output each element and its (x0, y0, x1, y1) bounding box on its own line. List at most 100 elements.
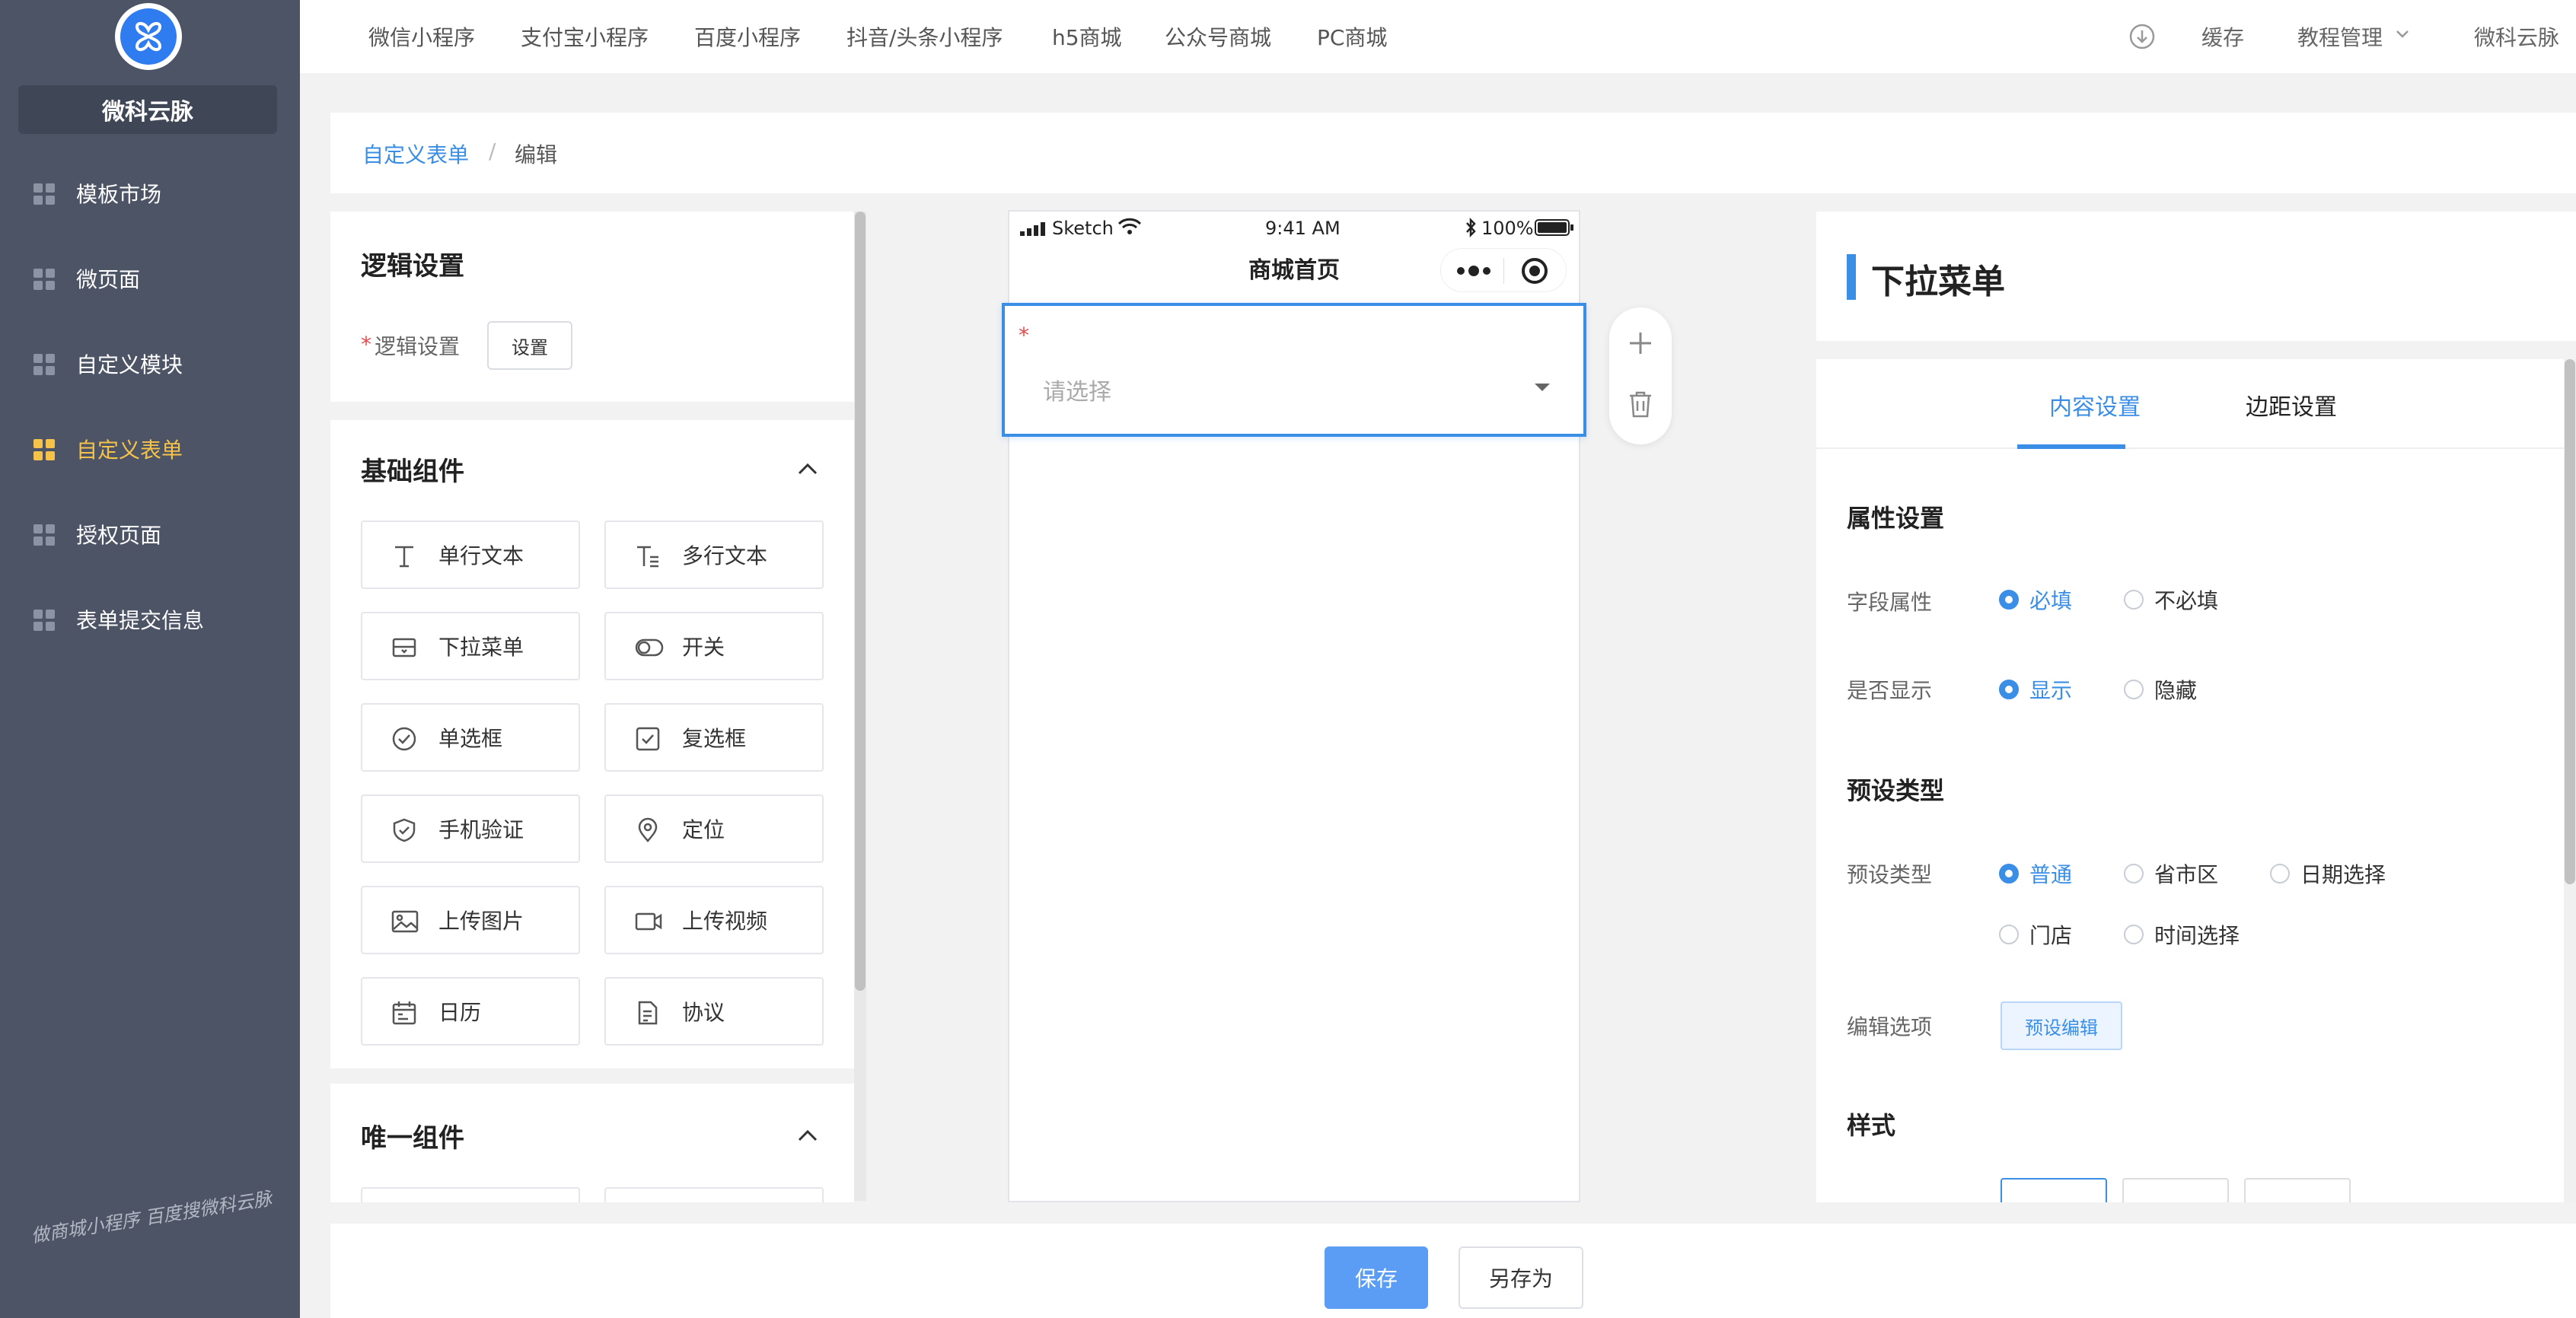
component-label: 单行文本 (438, 543, 524, 568)
top-nav-pc[interactable]: PC商城 (1317, 21, 1387, 52)
scrollbar-thumb[interactable] (855, 212, 866, 991)
dropdown-placeholder: 请选择 (1043, 379, 1111, 406)
sidebar-item-label: 表单提交信息 (76, 608, 205, 633)
component-agreement[interactable]: 协议 (604, 977, 824, 1046)
chevron-up-icon[interactable] (796, 1128, 819, 1143)
radio-preset-time[interactable]: 时间选择 (2124, 919, 2240, 950)
preset-edit-button[interactable]: 预设编辑 (2001, 1001, 2122, 1050)
top-nav-h5[interactable]: h5商城 (1052, 21, 1122, 52)
switch-icon (635, 638, 664, 657)
edit-options-label: 编辑选项 (1847, 1014, 1933, 1039)
component-label: 日历 (438, 1000, 482, 1025)
component-dropdown[interactable]: 下拉菜单 (361, 612, 580, 680)
top-nav-douyin[interactable]: 抖音/头条小程序 (846, 21, 1003, 52)
component-label: 定位 (682, 817, 725, 842)
add-icon[interactable] (1628, 330, 1653, 356)
radio-required[interactable]: 必填 (1999, 584, 2072, 615)
component-upload-image[interactable]: 上传图片 (361, 886, 580, 954)
component-single-text[interactable]: 单行文本 (361, 521, 580, 589)
sidebar-item-form-submissions[interactable]: 表单提交信息 (0, 589, 300, 650)
top-nav-official-account[interactable]: 公众号商城 (1165, 21, 1271, 52)
sidebar-item-label: 授权页面 (76, 523, 162, 548)
radio-preset-store[interactable]: 门店 (1999, 919, 2072, 950)
component-label: 多行文本 (682, 543, 768, 568)
preset-type-label: 预设类型 (1847, 862, 1933, 887)
component-phone-verify[interactable]: 手机验证 (361, 794, 580, 863)
shield-icon (393, 818, 416, 842)
component-item-partial[interactable] (361, 1187, 580, 1202)
download-icon[interactable] (2128, 23, 2156, 50)
radio-preset-normal[interactable]: 普通 (1999, 858, 2072, 889)
radio-preset-region[interactable]: 省市区 (2124, 858, 2218, 889)
form-field-dropdown[interactable]: * 请选择 (1002, 303, 1586, 437)
logo-icon (135, 21, 162, 52)
component-location[interactable]: 定位 (604, 794, 824, 863)
accent-bar (1847, 254, 1856, 300)
sidebar-item-label: 模板市场 (76, 182, 162, 207)
radio-hide[interactable]: 隐藏 (2124, 674, 2197, 705)
top-nav-alipay[interactable]: 支付宝小程序 (521, 21, 649, 52)
preset-section-title: 预设类型 (1847, 776, 1945, 805)
cache-button[interactable]: 缓存 (2201, 21, 2244, 52)
more-dots-icon (1457, 266, 1490, 276)
chevron-up-icon[interactable] (796, 461, 819, 476)
user-menu[interactable]: 微科云脉 (2474, 21, 2559, 52)
breadcrumb-separator: / (489, 138, 496, 164)
style-option-1[interactable] (2001, 1178, 2107, 1202)
component-label: 下拉菜单 (438, 635, 524, 660)
radio-icon (392, 727, 416, 751)
scrollbar-thumb[interactable] (2565, 359, 2575, 884)
right-panel-scrollbar[interactable] (2564, 359, 2576, 1202)
component-upload-video[interactable]: 上传视频 (604, 886, 824, 954)
save-as-button[interactable]: 另存为 (1459, 1246, 1583, 1309)
radio-show[interactable]: 显示 (1999, 674, 2072, 705)
style-section-title: 样式 (1847, 1111, 1896, 1140)
sidebar-item-custom-form[interactable]: 自定义表单 (0, 419, 300, 479)
watermark: 做商城小程序 百度搜微科云脉 (29, 1187, 274, 1247)
close-target-icon (1522, 258, 1548, 284)
component-radio[interactable]: 单选框 (361, 703, 580, 772)
top-nav-baidu[interactable]: 百度小程序 (694, 21, 801, 52)
caret-down-icon (1535, 384, 1550, 391)
top-nav-wechat[interactable]: 微信小程序 (368, 21, 475, 52)
capsule-menu[interactable] (1440, 248, 1567, 292)
tab-margin-settings[interactable]: 边距设置 (2246, 388, 2337, 422)
signal-icon (1020, 222, 1045, 236)
save-button[interactable]: 保存 (1325, 1246, 1428, 1309)
style-option-3[interactable] (2244, 1178, 2351, 1202)
tab-content-settings[interactable]: 内容设置 (2049, 388, 2141, 422)
attr-section-title: 属性设置 (1847, 504, 1945, 533)
logic-settings-label: 逻辑设置 (375, 334, 461, 359)
property-settings-card: 内容设置 边距设置 属性设置 字段属性 必填 不必填 是否显示 显示 隐藏 预设… (1816, 359, 2576, 1202)
basic-components-card: 基础组件 单行文本 多行文本 下拉菜单 开关 单选框 复选框 手机验证 定位 上… (330, 420, 854, 1068)
sidebar-item-template-market[interactable]: 模板市场 (0, 163, 300, 224)
sidebar-item-micro-page[interactable]: 微页面 (0, 248, 300, 309)
sidebar-item-custom-module[interactable]: 自定义模块 (0, 333, 300, 394)
video-icon (635, 912, 662, 931)
bluetooth-icon (1466, 218, 1476, 237)
document-icon (638, 1001, 658, 1025)
component-label: 手机验证 (438, 817, 524, 842)
radio-preset-date[interactable]: 日期选择 (2270, 858, 2386, 889)
component-calendar[interactable]: 日历 (361, 977, 580, 1046)
radio-not-required[interactable]: 不必填 (2124, 584, 2218, 615)
sidebar-item-label: 自定义表单 (76, 438, 183, 463)
brand-logo[interactable] (115, 3, 182, 70)
tutorial-menu[interactable]: 教程管理 (2297, 21, 2383, 52)
grid-icon (33, 183, 55, 205)
grid-icon (33, 524, 55, 546)
component-multi-text[interactable]: 多行文本 (604, 521, 824, 589)
breadcrumb-parent-link[interactable]: 自定义表单 (362, 138, 469, 169)
required-mark: * (1019, 323, 1029, 348)
component-item-partial[interactable] (604, 1187, 824, 1202)
sidebar-item-auth-page[interactable]: 授权页面 (0, 504, 300, 565)
component-label: 复选框 (682, 726, 747, 751)
trash-icon[interactable] (1628, 390, 1653, 419)
style-option-2[interactable] (2122, 1178, 2229, 1202)
sidebar-item-label: 微页面 (76, 267, 141, 292)
component-checkbox[interactable]: 复选框 (604, 703, 824, 772)
component-switch[interactable]: 开关 (604, 612, 824, 680)
component-label: 协议 (682, 1000, 725, 1025)
left-panel-scrollbar[interactable] (854, 212, 866, 1201)
logic-settings-button[interactable]: 设置 (487, 321, 572, 370)
